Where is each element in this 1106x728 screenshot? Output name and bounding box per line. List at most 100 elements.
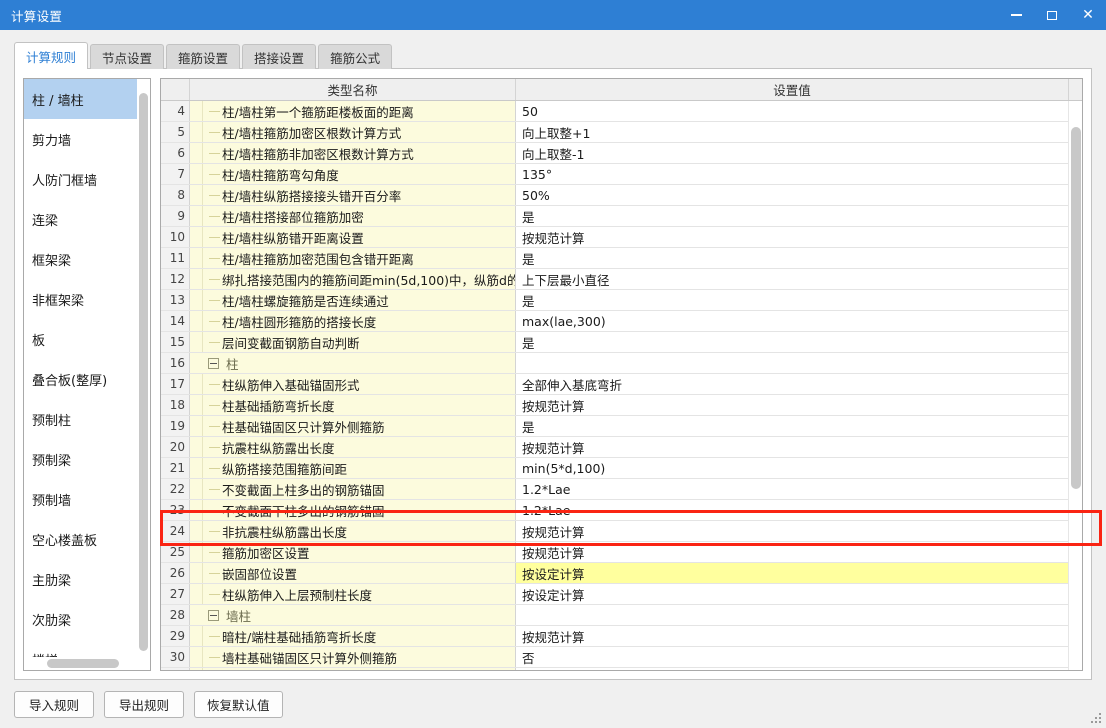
- table-row[interactable]: 20 抗震柱纵筋露出长度 按规范计算: [161, 437, 1082, 458]
- row-setting-value-cell[interactable]: 按规范计算: [516, 395, 1068, 415]
- tab-0[interactable]: 计算规则: [14, 42, 89, 69]
- row-type-name-cell[interactable]: 柱基础锚固区只计算外侧箍筋: [203, 416, 516, 436]
- sidebar-item-1[interactable]: 剪力墙: [24, 119, 137, 159]
- row-setting-value-cell[interactable]: 1.2*Lae: [516, 500, 1068, 520]
- maximize-button[interactable]: [1034, 0, 1070, 30]
- sidebar-item-9[interactable]: 预制梁: [24, 439, 137, 479]
- row-type-name-cell[interactable]: 非抗震柱纵筋露出长度: [203, 521, 516, 541]
- table-row[interactable]: 13 柱/墙柱螺旋箍筋是否连续通过 是: [161, 290, 1082, 311]
- row-type-name-cell[interactable]: 柱/墙柱搭接部位箍筋加密: [203, 206, 516, 226]
- row-setting-value-cell[interactable]: 135°: [516, 164, 1068, 184]
- sidebar-vertical-scrollbar-thumb[interactable]: [139, 93, 148, 651]
- sidebar-item-3[interactable]: 连梁: [24, 199, 137, 239]
- row-type-name-cell[interactable]: 柱基础插筋弯折长度: [203, 395, 516, 415]
- row-setting-value-cell[interactable]: 按规范计算: [516, 626, 1068, 646]
- row-setting-value-cell[interactable]: [516, 605, 1068, 625]
- row-type-name-cell[interactable]: 柱/墙柱圆形箍筋的搭接长度: [203, 311, 516, 331]
- row-type-name-cell[interactable]: 柱/墙柱纵筋错开距离设置: [203, 227, 516, 247]
- row-setting-value-cell[interactable]: 按规范计算: [516, 542, 1068, 562]
- table-row[interactable]: 7 柱/墙柱箍筋弯勾角度 135°: [161, 164, 1082, 185]
- grid-vertical-scrollbar[interactable]: [1068, 101, 1082, 670]
- sidebar-item-0[interactable]: 柱 / 墙柱: [24, 79, 137, 119]
- table-row[interactable]: 30 墙柱基础锚固区只计算外侧箍筋 否: [161, 647, 1082, 668]
- row-setting-value-cell[interactable]: [516, 353, 1068, 373]
- tab-1[interactable]: 节点设置: [90, 44, 165, 69]
- sidebar-item-11[interactable]: 空心楼盖板: [24, 519, 137, 559]
- table-row[interactable]: 17 柱纵筋伸入基础锚固形式 全部伸入基底弯折: [161, 374, 1082, 395]
- table-row[interactable]: 18 柱基础插筋弯折长度 按规范计算: [161, 395, 1082, 416]
- grid-vertical-scrollbar-thumb[interactable]: [1071, 127, 1081, 489]
- row-setting-value-cell[interactable]: 是: [516, 206, 1068, 226]
- row-setting-value-cell[interactable]: min(5*d,100): [516, 458, 1068, 478]
- table-row[interactable]: 23 不变截面下柱多出的钢筋锚固 1.2*Lae: [161, 500, 1082, 521]
- row-type-name-cell[interactable]: 柱/墙柱箍筋非加密区根数计算方式: [203, 143, 516, 163]
- table-row[interactable]: 12 绑扎搭接范围内的箍筋间距min(5d,100)中，纵筋d的取值 上下层最小直径: [161, 269, 1082, 290]
- tab-2[interactable]: 箍筋设置: [166, 44, 241, 69]
- collapse-icon[interactable]: [208, 609, 219, 621]
- footer-button-2[interactable]: 恢复默认值: [194, 690, 283, 718]
- row-type-name-cell[interactable]: 抗震暗柱/端柱纵筋露出长度: [203, 668, 516, 670]
- row-setting-value-cell[interactable]: max(lae,300): [516, 311, 1068, 331]
- row-type-name-cell[interactable]: 柱/墙柱箍筋弯勾角度: [203, 164, 516, 184]
- minimize-button[interactable]: [998, 0, 1034, 30]
- table-row[interactable]: 14 柱/墙柱圆形箍筋的搭接长度 max(lae,300): [161, 311, 1082, 332]
- row-setting-value-cell[interactable]: 按规范计算: [516, 437, 1068, 457]
- close-button[interactable]: ✕: [1070, 0, 1106, 30]
- row-type-name-cell[interactable]: 柱: [203, 353, 516, 373]
- row-setting-value-cell[interactable]: 50: [516, 101, 1068, 121]
- table-row[interactable]: 24 非抗震柱纵筋露出长度 按规范计算: [161, 521, 1082, 542]
- row-setting-value-cell[interactable]: 1.2*Lae: [516, 479, 1068, 499]
- sidebar-vertical-scrollbar[interactable]: [137, 79, 150, 657]
- row-type-name-cell[interactable]: 墙柱基础锚固区只计算外侧箍筋: [203, 647, 516, 667]
- tab-3[interactable]: 搭接设置: [242, 44, 317, 69]
- row-setting-value-cell[interactable]: 按设定计算: [516, 584, 1068, 604]
- row-type-name-cell[interactable]: 不变截面下柱多出的钢筋锚固: [203, 500, 516, 520]
- row-setting-value-cell[interactable]: 是: [516, 248, 1068, 268]
- table-row[interactable]: 25 箍筋加密区设置 按规范计算: [161, 542, 1082, 563]
- table-row[interactable]: 5 柱/墙柱箍筋加密区根数计算方式 向上取整+1: [161, 122, 1082, 143]
- table-row[interactable]: 11 柱/墙柱箍筋加密范围包含错开距离 是: [161, 248, 1082, 269]
- resize-grip[interactable]: [1091, 713, 1103, 725]
- row-type-name-cell[interactable]: 暗柱/端柱基础插筋弯折长度: [203, 626, 516, 646]
- sidebar-item-13[interactable]: 次肋梁: [24, 599, 137, 639]
- row-setting-value-cell[interactable]: 按规范计算: [516, 668, 1068, 670]
- table-row[interactable]: 15 层间变截面钢筋自动判断 是: [161, 332, 1082, 353]
- row-type-name-cell[interactable]: 绑扎搭接范围内的箍筋间距min(5d,100)中，纵筋d的取值: [203, 269, 516, 289]
- sidebar-item-6[interactable]: 板: [24, 319, 137, 359]
- row-setting-value-cell[interactable]: 是: [516, 332, 1068, 352]
- row-type-name-cell[interactable]: 柱纵筋伸入基础锚固形式: [203, 374, 516, 394]
- row-type-name-cell[interactable]: 抗震柱纵筋露出长度: [203, 437, 516, 457]
- row-setting-value-cell[interactable]: 上下层最小直径: [516, 269, 1068, 289]
- table-row[interactable]: 27 柱纵筋伸入上层预制柱长度 按设定计算: [161, 584, 1082, 605]
- row-setting-value-cell[interactable]: 是: [516, 416, 1068, 436]
- table-row[interactable]: 31 抗震暗柱/端柱纵筋露出长度 按规范计算: [161, 668, 1082, 670]
- row-type-name-cell[interactable]: 不变截面上柱多出的钢筋锚固: [203, 479, 516, 499]
- table-row[interactable]: 10 柱/墙柱纵筋错开距离设置 按规范计算: [161, 227, 1082, 248]
- sidebar-item-8[interactable]: 预制柱: [24, 399, 137, 439]
- table-row[interactable]: 8 柱/墙柱纵筋搭接接头错开百分率 50%: [161, 185, 1082, 206]
- row-setting-value-cell[interactable]: 按设定计算: [516, 563, 1068, 583]
- row-type-name-cell[interactable]: 墙柱: [203, 605, 516, 625]
- row-setting-value-cell[interactable]: 按规范计算: [516, 521, 1068, 541]
- grid-header-type-name[interactable]: 类型名称: [190, 79, 516, 100]
- table-row[interactable]: 9 柱/墙柱搭接部位箍筋加密 是: [161, 206, 1082, 227]
- table-row[interactable]: 22 不变截面上柱多出的钢筋锚固 1.2*Lae: [161, 479, 1082, 500]
- table-row[interactable]: 4 柱/墙柱第一个箍筋距楼板面的距离 50: [161, 101, 1082, 122]
- sidebar-horizontal-scrollbar[interactable]: [24, 657, 137, 670]
- sidebar-horizontal-scrollbar-thumb[interactable]: [47, 659, 119, 668]
- row-type-name-cell[interactable]: 柱/墙柱第一个箍筋距楼板面的距离: [203, 101, 516, 121]
- row-setting-value-cell[interactable]: 全部伸入基底弯折: [516, 374, 1068, 394]
- table-row[interactable]: 29 暗柱/端柱基础插筋弯折长度 按规范计算: [161, 626, 1082, 647]
- row-setting-value-cell[interactable]: 按规范计算: [516, 227, 1068, 247]
- footer-button-0[interactable]: 导入规则: [14, 690, 94, 718]
- row-setting-value-cell[interactable]: 是: [516, 290, 1068, 310]
- row-type-name-cell[interactable]: 嵌固部位设置: [203, 563, 516, 583]
- category-list[interactable]: 柱 / 墙柱 剪力墙 人防门框墙 连梁 框架梁 非框架梁板叠合板(整厚) 预制柱 预制梁 预制墙…: [24, 79, 137, 657]
- row-type-name-cell[interactable]: 柱/墙柱螺旋箍筋是否连续通过: [203, 290, 516, 310]
- row-setting-value-cell[interactable]: 向上取整-1: [516, 143, 1068, 163]
- sidebar-item-5[interactable]: 非框架梁: [24, 279, 137, 319]
- row-type-name-cell[interactable]: 柱/墙柱箍筋加密区根数计算方式: [203, 122, 516, 142]
- table-row[interactable]: 19 柱基础锚固区只计算外侧箍筋 是: [161, 416, 1082, 437]
- row-type-name-cell[interactable]: 层间变截面钢筋自动判断: [203, 332, 516, 352]
- row-type-name-cell[interactable]: 箍筋加密区设置: [203, 542, 516, 562]
